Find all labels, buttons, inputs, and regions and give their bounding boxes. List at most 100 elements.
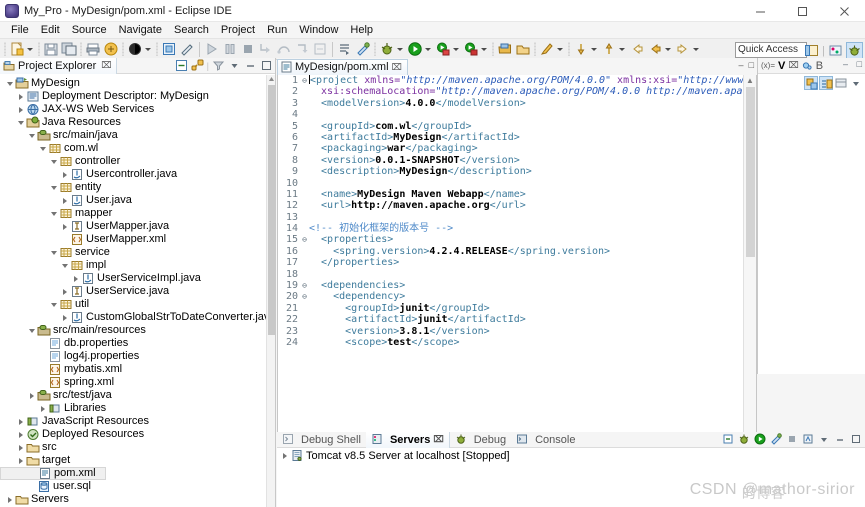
code-line[interactable]: 13: [278, 212, 743, 223]
menu-source[interactable]: Source: [66, 22, 113, 38]
tree-item-db-properties[interactable]: db.properties: [0, 337, 266, 350]
tree-twisty-open-icon[interactable]: [26, 324, 37, 337]
start-icon[interactable]: [754, 433, 766, 445]
tree-twisty-closed-icon[interactable]: [15, 428, 26, 441]
toolbar-drag-handle[interactable]: [4, 42, 6, 56]
maximize-button[interactable]: [781, 0, 823, 22]
coverage-dropdown-icon[interactable]: [481, 47, 487, 51]
view-menu-icon[interactable]: [228, 59, 241, 72]
tree-twisty-open-icon[interactable]: [48, 181, 59, 194]
tree-item-service[interactable]: service: [0, 246, 266, 259]
variables-layout-icon[interactable]: [834, 76, 848, 90]
fold-collapse-icon[interactable]: ⊖: [300, 234, 309, 245]
tree-twisty-closed-icon[interactable]: [26, 389, 37, 402]
bottom-tab-debug[interactable]: Debug: [450, 432, 511, 448]
menu-navigate[interactable]: Navigate: [113, 22, 168, 38]
code-line[interactable]: 1 ⊖ <project xmlns="http://maven.apache.or…: [278, 75, 743, 86]
tree-twisty-closed-icon[interactable]: [4, 493, 15, 506]
tree-item-src-main-resources[interactable]: src/main/resources: [0, 324, 266, 337]
open-perspective-icon[interactable]: [497, 41, 513, 57]
view-menu-icon[interactable]: [818, 433, 830, 445]
terminate-icon[interactable]: [240, 41, 256, 57]
tab-project-explorer[interactable]: Project Explorer ⌧: [0, 57, 117, 74]
terminate-icon[interactable]: [722, 433, 734, 445]
tree-twisty-closed-icon[interactable]: [59, 285, 70, 298]
run-dropdown-icon[interactable]: [425, 47, 431, 51]
tree-item-customglobalstrtodateconverter-java[interactable]: CustomGlobalStrToDateConverter.java: [0, 311, 266, 324]
resume-icon[interactable]: [204, 41, 220, 57]
code-line[interactable]: 8 <version>0.0.1-SNAPSHOT</version>: [278, 155, 743, 166]
tab-variables-close-icon[interactable]: ⌧: [788, 60, 798, 71]
save-icon[interactable]: [43, 41, 59, 57]
stop-icon[interactable]: [786, 433, 798, 445]
marker-dropdown-icon[interactable]: [557, 47, 563, 51]
code-line[interactable]: 21 <groupId>junit</groupId>: [278, 303, 743, 314]
new-java-class-icon[interactable]: [161, 41, 177, 57]
tree-item-mydesign[interactable]: MyDesign: [0, 77, 266, 90]
build-icon[interactable]: [103, 41, 119, 57]
code-line[interactable]: 24 <scope>test</scope>: [278, 337, 743, 348]
tree-item-userservice-java[interactable]: UserService.java: [0, 285, 266, 298]
tree-twisty-open-icon[interactable]: [59, 259, 70, 272]
code-line[interactable]: 11 <name>MyDesign Maven Webapp</name>: [278, 189, 743, 200]
code-line[interactable]: 19 ⊖ <dependencies>: [278, 280, 743, 291]
code-line[interactable]: 7 <packaging>war</packaging>: [278, 143, 743, 154]
quick-access-input[interactable]: Quick Access: [735, 42, 807, 58]
debug-icon[interactable]: [379, 41, 395, 57]
variables-maximize-icon[interactable]: □: [857, 59, 862, 69]
tree-twisty-open-icon[interactable]: [48, 246, 59, 259]
tree-item-entity[interactable]: entity: [0, 181, 266, 194]
step-return-icon[interactable]: [294, 41, 310, 57]
run-as-server-icon[interactable]: [435, 41, 451, 57]
scroll-up-arrow-icon[interactable]: [268, 75, 275, 83]
new-annotation-icon[interactable]: [179, 41, 195, 57]
open-folder-icon[interactable]: [515, 41, 531, 57]
start-debug-icon[interactable]: [738, 433, 750, 445]
code-line[interactable]: 16 <spring.version>4.2.4.RELEASE</spring…: [278, 246, 743, 257]
forward-icon[interactable]: [675, 41, 691, 57]
editor-maximize-icon[interactable]: □: [749, 60, 754, 70]
minimize-view-icon[interactable]: [244, 59, 257, 72]
code-lines[interactable]: 1 ⊖ <project xmlns="http://maven.apache.or…: [278, 75, 743, 459]
tree-item-src-test-java[interactable]: src/test/java: [0, 389, 266, 402]
suspend-icon[interactable]: [222, 41, 238, 57]
editor-scroll-up-icon[interactable]: ▲: [746, 76, 754, 85]
variables-view-menu-icon[interactable]: [849, 76, 863, 90]
menu-file[interactable]: File: [5, 22, 35, 38]
tree-item-usermapper-xml[interactable]: UserMapper.xml: [0, 233, 266, 246]
tree-item-javascript-resources[interactable]: JavaScript Resources: [0, 415, 266, 428]
editor-minimize-icon[interactable]: –: [739, 60, 744, 70]
open-perspective-button[interactable]: [803, 42, 820, 59]
tree-twisty-closed-icon[interactable]: [15, 454, 26, 467]
tree-twisty-open-icon[interactable]: [48, 207, 59, 220]
tree-item-servers[interactable]: Servers: [0, 493, 266, 506]
bottom-tab-console[interactable]: Console: [511, 432, 580, 448]
tree-twisty-closed-icon[interactable]: [15, 90, 26, 103]
bottom-tab-debug-shell[interactable]: Debug Shell: [277, 432, 366, 448]
tree-twisty-open-icon[interactable]: [37, 142, 48, 155]
step-over-icon[interactable]: [276, 41, 292, 57]
link-with-editor-icon[interactable]: [191, 59, 204, 72]
bottom-tab-close-icon[interactable]: ⌧: [433, 434, 443, 445]
menu-search[interactable]: Search: [168, 22, 215, 38]
menu-help[interactable]: Help: [344, 22, 379, 38]
new-wizard-dropdown-icon[interactable]: [27, 47, 33, 51]
code-line[interactable]: 5 <groupId>com.wl</groupId>: [278, 121, 743, 132]
external-tools-icon[interactable]: [355, 41, 371, 57]
open-task-icon[interactable]: [337, 41, 353, 57]
tree-item-usercontroller-java[interactable]: Usercontroller.java: [0, 168, 266, 181]
open-type-icon[interactable]: [127, 41, 143, 57]
tree-item-user-java[interactable]: User.java: [0, 194, 266, 207]
open-type-dropdown-icon[interactable]: [145, 47, 151, 51]
tree-twisty-closed-icon[interactable]: [15, 103, 26, 116]
tree-twisty-open-icon[interactable]: [48, 298, 59, 311]
variables-minimize-icon[interactable]: –: [843, 59, 848, 69]
code-line[interactable]: 20 ⊖ <dependency>: [278, 291, 743, 302]
menu-window[interactable]: Window: [293, 22, 344, 38]
tree-item-usermapper-java[interactable]: UserMapper.java: [0, 220, 266, 233]
print-icon[interactable]: [85, 41, 101, 57]
tree-twisty-open-icon[interactable]: [4, 77, 15, 90]
tree-twisty-closed-icon[interactable]: [59, 311, 70, 324]
tree-item-deployment-descriptor-mydesign[interactable]: Deployment Descriptor: MyDesign: [0, 90, 266, 103]
code-line[interactable]: 14 <!-- 初始化框架的版本号 -->: [278, 223, 743, 234]
